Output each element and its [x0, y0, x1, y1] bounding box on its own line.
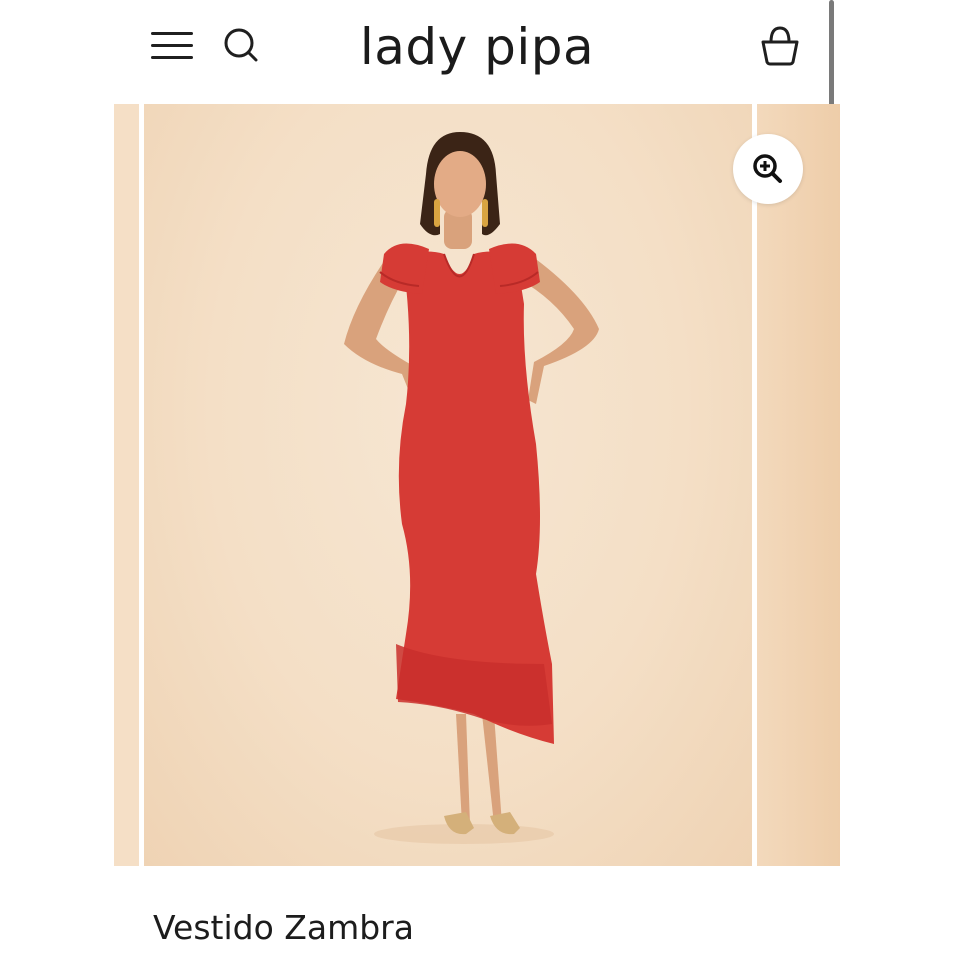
hamburger-menu-icon[interactable] [151, 30, 195, 60]
zoom-button[interactable] [733, 134, 803, 204]
product-gallery[interactable] [114, 104, 840, 866]
menu-line [151, 32, 193, 35]
product-page: lady pipa Vestido Zambra [0, 0, 954, 954]
search-icon[interactable] [222, 26, 262, 66]
gallery-slide-next[interactable] [757, 104, 840, 866]
product-title: Vestido Zambra [153, 908, 414, 947]
zoom-in-icon [753, 154, 782, 183]
scrollbar-thumb[interactable] [829, 0, 834, 118]
product-image [344, 132, 599, 844]
gallery-slide-previous[interactable] [114, 104, 139, 866]
menu-line [151, 44, 193, 47]
brand-logo[interactable]: lady pipa [340, 12, 614, 82]
menu-line [151, 56, 193, 59]
gallery-slide-main[interactable] [144, 104, 752, 866]
basket-icon[interactable] [755, 22, 805, 68]
site-header: lady pipa [0, 0, 954, 118]
